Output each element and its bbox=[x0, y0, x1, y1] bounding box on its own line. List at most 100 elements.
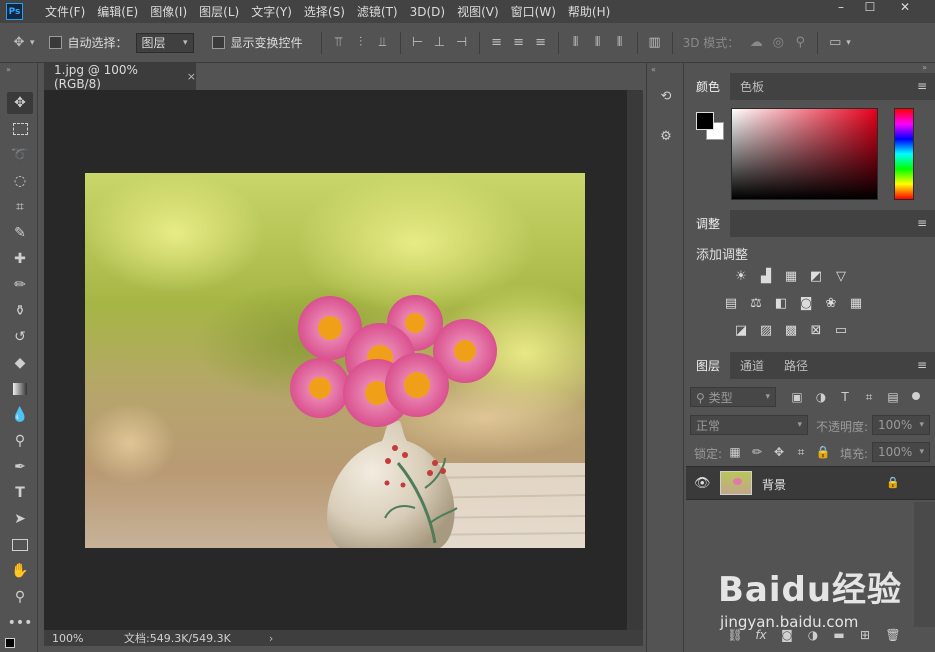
history-panel-icon[interactable]: ⟲ bbox=[655, 85, 677, 107]
lock-pixels-icon[interactable]: ✏ bbox=[750, 445, 764, 459]
lock-artboard-icon[interactable]: ⌗ bbox=[794, 445, 808, 459]
menu-edit[interactable]: 编辑(E) bbox=[97, 3, 138, 20]
add-mask-icon[interactable]: ◙ bbox=[780, 628, 794, 642]
menu-file[interactable]: 文件(F) bbox=[45, 3, 85, 20]
hue-saturation-icon[interactable]: ▤ bbox=[722, 295, 740, 311]
crop-tool-icon[interactable]: ⌗ bbox=[7, 196, 33, 218]
layers-scrollbar[interactable] bbox=[914, 502, 935, 627]
menu-type[interactable]: 文字(Y) bbox=[251, 3, 292, 20]
lock-all-icon[interactable]: 🔒 bbox=[816, 445, 831, 459]
color-lookup-icon[interactable]: ▦ bbox=[847, 295, 865, 311]
new-layer-icon[interactable]: ⊞ bbox=[858, 628, 872, 642]
roll-3d-icon[interactable]: ◎ bbox=[767, 32, 789, 54]
adjustments-menu-icon[interactable]: ≡ bbox=[917, 216, 927, 230]
delete-layer-icon[interactable]: 🗑 bbox=[885, 628, 900, 642]
preset-chevron-icon[interactable]: ▾ bbox=[30, 38, 35, 48]
expand-dock-icon[interactable]: « bbox=[651, 65, 656, 74]
lock-transparent-icon[interactable]: ▦ bbox=[728, 445, 742, 459]
new-group-icon[interactable]: ▬ bbox=[832, 628, 846, 642]
healing-brush-tool-icon[interactable]: ✚ bbox=[7, 248, 33, 270]
zoom-tool-icon[interactable]: ⚲ bbox=[7, 586, 33, 608]
collapse-toolbar-icon[interactable]: » bbox=[6, 65, 11, 74]
auto-select-dropdown[interactable]: 图层 ▾ bbox=[135, 32, 194, 53]
foreground-color-swatch[interactable] bbox=[696, 112, 714, 130]
hand-tool-icon[interactable]: ✋ bbox=[7, 560, 33, 582]
move-tool-preset-icon[interactable]: ✥ bbox=[8, 32, 30, 54]
hue-slider[interactable] bbox=[894, 108, 914, 200]
brush-tool-icon[interactable]: ✏ bbox=[7, 274, 33, 296]
vertical-scrollbar[interactable] bbox=[627, 90, 643, 630]
gradient-map-icon[interactable]: ▭ bbox=[832, 322, 850, 338]
show-transform-checkbox[interactable] bbox=[211, 36, 225, 49]
posterize-icon[interactable]: ▨ bbox=[757, 322, 775, 338]
pen-tool-icon[interactable]: ✒ bbox=[7, 456, 33, 478]
blur-tool-icon[interactable]: 💧 bbox=[7, 404, 33, 426]
marquee-tool-icon[interactable] bbox=[7, 118, 33, 140]
brightness-contrast-icon[interactable]: ☀ bbox=[732, 268, 750, 284]
eyedropper-tool-icon[interactable]: ✎ bbox=[7, 222, 33, 244]
filter-shape-icon[interactable]: ⌗ bbox=[862, 390, 876, 404]
distribute-right-icon[interactable]: ⦀ bbox=[609, 32, 631, 54]
menu-layer[interactable]: 图层(L) bbox=[199, 3, 239, 20]
eraser-tool-icon[interactable]: ◆ bbox=[7, 352, 33, 374]
history-brush-tool-icon[interactable]: ↺ bbox=[7, 326, 33, 348]
visibility-eye-icon[interactable]: 👁 bbox=[694, 476, 711, 491]
opacity-field[interactable]: 100% ▾ bbox=[872, 415, 930, 435]
color-spectrum-field[interactable] bbox=[731, 108, 878, 200]
selective-color-icon[interactable]: ⊠ bbox=[807, 322, 825, 338]
workspace-icon[interactable]: ▭ bbox=[824, 32, 846, 54]
status-menu-icon[interactable]: › bbox=[269, 632, 273, 645]
fill-field[interactable]: 100% ▾ bbox=[872, 442, 930, 462]
clone-stamp-tool-icon[interactable]: ⚱ bbox=[7, 300, 33, 322]
minimize-button[interactable]: – bbox=[826, 0, 856, 14]
lasso-tool-icon[interactable]: ➰ bbox=[7, 144, 33, 166]
filter-pixel-icon[interactable]: ▣ bbox=[790, 390, 804, 404]
curves-icon[interactable]: ▦ bbox=[782, 268, 800, 284]
maximize-button[interactable]: ☐ bbox=[855, 0, 885, 14]
levels-icon[interactable]: ▟ bbox=[757, 268, 775, 284]
menu-filter[interactable]: 滤镜(T) bbox=[357, 3, 398, 20]
auto-select-checkbox[interactable] bbox=[48, 36, 62, 49]
swap-colors-icon[interactable] bbox=[5, 638, 19, 650]
document-image[interactable] bbox=[85, 173, 585, 548]
orbit-3d-icon[interactable]: ☁ bbox=[745, 32, 767, 54]
rectangle-tool-icon[interactable] bbox=[7, 534, 33, 556]
distribute-bottom-icon[interactable]: ≡ bbox=[530, 32, 552, 54]
blend-mode-dropdown[interactable]: 正常 ▾ bbox=[690, 415, 808, 435]
dodge-tool-icon[interactable]: ⚲ bbox=[7, 430, 33, 452]
distribute-vcenter-icon[interactable]: ≡ bbox=[508, 32, 530, 54]
color-panel-menu-icon[interactable]: ≡ bbox=[917, 79, 927, 93]
workspace-chevron-icon[interactable]: ▾ bbox=[846, 38, 851, 48]
layers-panel-menu-icon[interactable]: ≡ bbox=[917, 358, 927, 372]
tab-swatches[interactable]: 色板 bbox=[730, 73, 774, 100]
move-tool-icon[interactable]: ✥ bbox=[7, 92, 33, 114]
more-tools-icon[interactable]: ••• bbox=[7, 612, 33, 634]
threshold-icon[interactable]: ▩ bbox=[782, 322, 800, 338]
collapse-panels-icon[interactable]: » bbox=[922, 63, 927, 72]
path-select-tool-icon[interactable]: ➤ bbox=[7, 508, 33, 530]
distribute-left-icon[interactable]: ⦀ bbox=[565, 32, 587, 54]
align-vcenter-icon[interactable]: ⫶ bbox=[350, 32, 372, 54]
type-tool-icon[interactable]: T bbox=[7, 482, 33, 504]
auto-align-icon[interactable]: ▥ bbox=[644, 32, 666, 54]
document-tab[interactable]: 1.jpg @ 100%(RGB/8) × bbox=[44, 63, 196, 91]
align-bottom-icon[interactable]: ⫫ bbox=[372, 32, 394, 54]
new-adjustment-layer-icon[interactable]: ◑ bbox=[806, 628, 820, 642]
zoom-level[interactable]: 100% bbox=[52, 632, 92, 645]
menu-3d[interactable]: 3D(D) bbox=[410, 5, 445, 19]
tab-channels[interactable]: 通道 bbox=[730, 352, 774, 379]
filter-adjustment-icon[interactable]: ◑ bbox=[814, 390, 828, 404]
tab-adjustments[interactable]: 调整 bbox=[686, 210, 731, 237]
lock-position-icon[interactable]: ✥ bbox=[772, 445, 786, 459]
layer-filter-dropdown[interactable]: ⚲ 类型 ▾ bbox=[690, 387, 776, 407]
menu-help[interactable]: 帮助(H) bbox=[568, 3, 610, 20]
menu-view[interactable]: 视图(V) bbox=[457, 3, 499, 20]
filter-toggle[interactable] bbox=[912, 392, 920, 400]
close-button[interactable]: ✕ bbox=[890, 0, 920, 14]
distribute-hcenter-icon[interactable]: ⦀ bbox=[587, 32, 609, 54]
align-hcenter-icon[interactable]: ⊥ bbox=[429, 32, 451, 54]
vibrance-icon[interactable]: ▽ bbox=[832, 268, 850, 284]
zoom-3d-icon[interactable]: ⚲ bbox=[789, 32, 811, 54]
exposure-icon[interactable]: ◩ bbox=[807, 268, 825, 284]
menu-image[interactable]: 图像(I) bbox=[150, 3, 187, 20]
